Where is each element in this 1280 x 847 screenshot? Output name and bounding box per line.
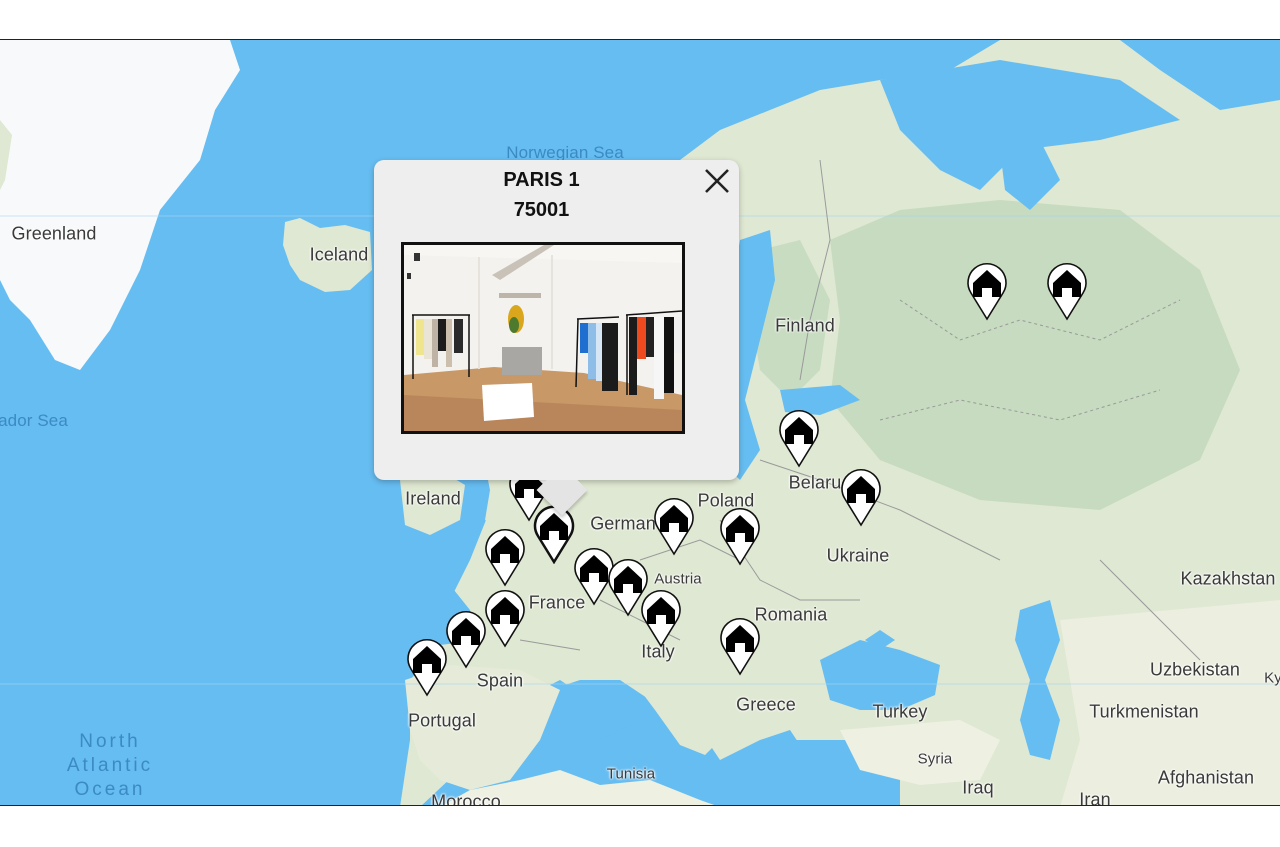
map-label-kazakhstan: Kazakhstan [1180,568,1276,589]
house-icon [485,590,525,648]
map-label-belarus: Belaru [788,472,842,493]
house-icon [720,618,760,676]
map-label-labrador-sea: ador Sea [0,411,68,430]
map-marker-paris-1[interactable] [533,504,575,564]
map-label-iceland: Iceland [309,244,369,265]
map-label-finland: Finland [775,315,835,336]
info-window: PARIS 1 75001 [374,160,739,516]
map-marker-bordeaux[interactable] [484,588,526,648]
map-label-germany: German [590,513,656,534]
map-marker-russia-2[interactable] [1046,261,1088,321]
map-label-iraq: Iraq [962,777,994,798]
map-label-austria: Austria [654,570,702,588]
map-marker-baltic[interactable] [778,408,820,468]
house-icon [446,611,486,669]
house-icon [654,498,694,556]
house-icon [1047,263,1087,321]
map-label-greece: Greece [736,694,796,715]
map-label-syria: Syria [917,750,953,768]
map-marker-brittany[interactable] [484,527,526,587]
close-icon [705,169,729,193]
map-marker-balkans[interactable] [719,616,761,676]
house-icon [533,505,575,564]
house-icon [841,469,881,527]
map-marker-italy[interactable] [640,588,682,648]
map-marker-north-spain[interactable] [445,609,487,669]
map-label-ukraine: Ukraine [826,545,890,566]
map-label-tunisia: Tunisia [606,765,656,783]
house-icon [779,410,819,468]
house-icon [407,639,447,697]
store-name: PARIS 1 [503,169,580,191]
map-label-greenland: Greenland [11,223,97,244]
house-icon [485,529,525,587]
close-button[interactable] [702,166,732,196]
map-label-portugal: Portugal [408,710,476,731]
map-label-afghanistan: Afghanistan [1157,767,1255,788]
map-label-kyrgyzstan: Ky [1264,669,1280,687]
store-interior-image [404,245,682,431]
store-photo[interactable] [401,242,685,434]
info-window-tail-cover [524,460,604,480]
house-icon [720,508,760,566]
house-icon [967,263,1007,321]
map-label-romania: Romania [754,604,828,625]
map-marker-russia-1[interactable] [966,261,1008,321]
map-label-spain: Spain [476,670,524,691]
map-label-north-atlantic: North Atlantic Ocean [66,731,154,800]
map-label-turkmenistan: Turkmenistan [1089,701,1199,722]
map-marker-portugal[interactable] [406,637,448,697]
map-label-turkey: Turkey [872,701,928,722]
map-marker-poland[interactable] [719,506,761,566]
greenland-landmass [0,40,240,370]
map-view[interactable]: Greenland Iceland Norwegian Sea ador Sea… [0,39,1280,806]
map-label-uzbekistan: Uzbekistan [1149,659,1241,680]
map-label-iran: Iran [1079,789,1111,806]
map-label-morocco: Morocco [431,791,501,806]
house-icon [641,590,681,648]
map-marker-belarus[interactable] [840,467,882,527]
map-marker-germany[interactable] [653,496,695,556]
store-postcode: 75001 [513,199,570,221]
map-label-ireland: Ireland [405,488,461,509]
